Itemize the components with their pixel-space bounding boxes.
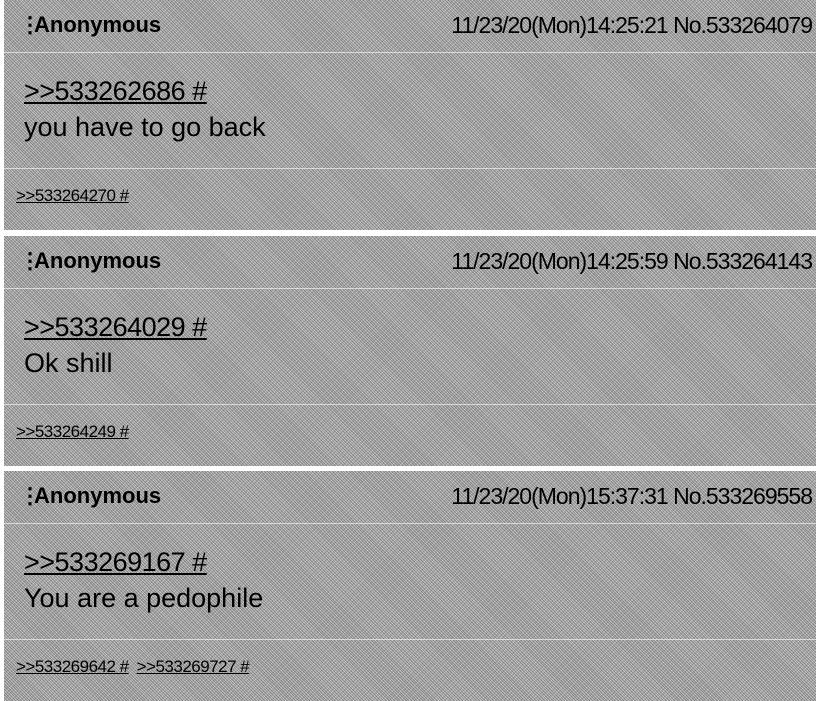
post-meta: 11/23/20(Mon)14:25:59 No.533264143 (451, 248, 813, 275)
quote-link[interactable]: >>533269167 # (24, 547, 207, 578)
divider (4, 404, 816, 405)
backlink[interactable]: >>533269642 # (16, 657, 129, 676)
quote-link[interactable]: >>533262686 # (24, 76, 207, 107)
post-header: ⋮ Anonymous 11/23/20(Mon)14:25:21 No.533… (4, 0, 816, 53)
poster-name: Anonymous (34, 248, 162, 273)
backlink[interactable]: >>533269727 # (137, 657, 250, 676)
post-body: you have to go back (24, 112, 266, 142)
post-meta: 11/23/20(Mon)14:25:21 No.533264079 (451, 12, 813, 39)
backlinks: >>533264249 # (16, 422, 137, 442)
post: ⋮ Anonymous 11/23/20(Mon)14:25:59 No.533… (4, 236, 816, 466)
quote-link[interactable]: >>533264029 # (24, 312, 207, 343)
post-body: You are a pedophile (24, 583, 264, 613)
post-datetime: 11/23/20(Mon)15:37:31 (451, 483, 668, 509)
backlinks: >>533269642 # >>533269727 # (16, 657, 257, 677)
post-header: ⋮ Anonymous 11/23/20(Mon)14:25:59 No.533… (4, 236, 816, 289)
post-datetime: 11/23/20(Mon)14:25:21 (451, 12, 668, 38)
post-header: ⋮ Anonymous 11/23/20(Mon)15:37:31 No.533… (4, 471, 816, 524)
post-meta: 11/23/20(Mon)15:37:31 No.533269558 (451, 483, 813, 510)
backlinks: >>533264270 # (16, 186, 137, 206)
post-datetime: 11/23/20(Mon)14:25:59 (451, 248, 668, 274)
backlink[interactable]: >>533264249 # (16, 422, 129, 441)
backlink[interactable]: >>533264270 # (16, 186, 129, 205)
post: ⋮ Anonymous 11/23/20(Mon)15:37:31 No.533… (4, 471, 816, 701)
post-number[interactable]: No.533264143 (673, 248, 813, 274)
post-body: Ok shill (24, 348, 113, 378)
post-number[interactable]: No.533269558 (673, 483, 813, 509)
post: ⋮ Anonymous 11/23/20(Mon)14:25:21 No.533… (4, 0, 816, 230)
divider (4, 639, 816, 640)
poster-name: Anonymous (34, 483, 162, 508)
poster-name: Anonymous (34, 12, 162, 37)
post-number[interactable]: No.533264079 (673, 12, 813, 38)
divider (4, 168, 816, 169)
